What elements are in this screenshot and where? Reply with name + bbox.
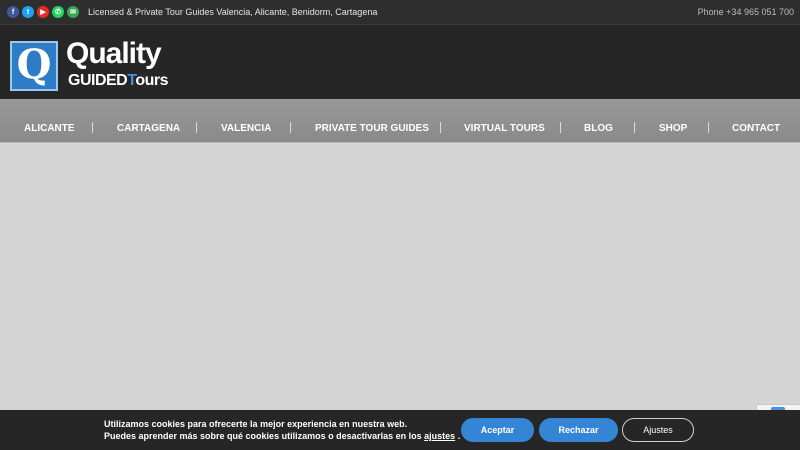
cookie-banner: Utilizamos cookies para ofrecerte la mej… xyxy=(0,410,800,450)
nav-item-shop[interactable]: SHOP xyxy=(659,123,687,134)
nav-separator xyxy=(92,122,93,133)
logo-word-guided-tours: GUIDEDTours xyxy=(68,72,168,90)
nav-separator xyxy=(634,122,635,133)
logo-tours-rest: ours xyxy=(135,72,168,89)
top-bar: f t ▶ ✆ ✉ Licensed & Private Tour Guides… xyxy=(0,0,800,25)
nav-separator xyxy=(440,122,441,133)
nav-item-blog[interactable]: BLOG xyxy=(584,123,613,134)
facebook-icon[interactable]: f xyxy=(7,6,19,18)
nav-item-valencia[interactable]: VALENCIA xyxy=(221,123,271,134)
twitter-icon[interactable]: t xyxy=(22,6,34,18)
main-content xyxy=(0,143,800,410)
reject-cookies-button[interactable]: Rechazar xyxy=(539,418,618,442)
social-links: f t ▶ ✆ ✉ xyxy=(7,6,79,18)
site-header: Q Quality GUIDEDTours xyxy=(0,25,800,99)
cookie-line-2: Puedes aprender más sobre qué cookies ut… xyxy=(104,430,460,442)
cookie-line-2-text: Puedes aprender más sobre qué cookies ut… xyxy=(104,431,422,441)
cookie-settings-link[interactable]: ajustes xyxy=(424,431,455,441)
phone-number[interactable]: Phone +34 965 051 700 xyxy=(698,7,794,17)
nav-item-alicante[interactable]: ALICANTE xyxy=(24,123,75,134)
email-icon[interactable]: ✉ xyxy=(67,6,79,18)
logo-q-mark: Q xyxy=(10,41,58,91)
whatsapp-icon[interactable]: ✆ xyxy=(52,6,64,18)
tagline: Licensed & Private Tour Guides Valencia,… xyxy=(88,7,378,17)
logo-word-quality: Quality xyxy=(66,37,162,70)
accept-cookies-button[interactable]: Aceptar xyxy=(461,418,534,442)
nav-separator xyxy=(196,122,197,133)
main-nav: ALICANTE CARTAGENA VALENCIA PRIVATE TOUR… xyxy=(0,99,800,143)
cookie-settings-button[interactable]: Ajustes xyxy=(622,418,694,442)
nav-item-cartagena[interactable]: CARTAGENA xyxy=(117,123,180,134)
site-logo[interactable]: Q Quality GUIDEDTours xyxy=(10,37,170,93)
nav-separator xyxy=(560,122,561,133)
logo-guided: GUIDED xyxy=(68,72,128,89)
nav-separator xyxy=(290,122,291,133)
cookie-line-1: Utilizamos cookies para ofrecerte la mej… xyxy=(104,419,408,429)
nav-separator xyxy=(708,122,709,133)
youtube-icon[interactable]: ▶ xyxy=(37,6,49,18)
nav-item-private-tour-guides[interactable]: PRIVATE TOUR GUIDES xyxy=(315,123,429,134)
cookie-line-2-end: . xyxy=(457,431,461,441)
cookie-message: Utilizamos cookies para ofrecerte la mej… xyxy=(104,418,460,442)
nav-item-virtual-tours[interactable]: VIRTUAL TOURS xyxy=(464,123,545,134)
nav-item-contact[interactable]: CONTACT xyxy=(732,123,780,134)
